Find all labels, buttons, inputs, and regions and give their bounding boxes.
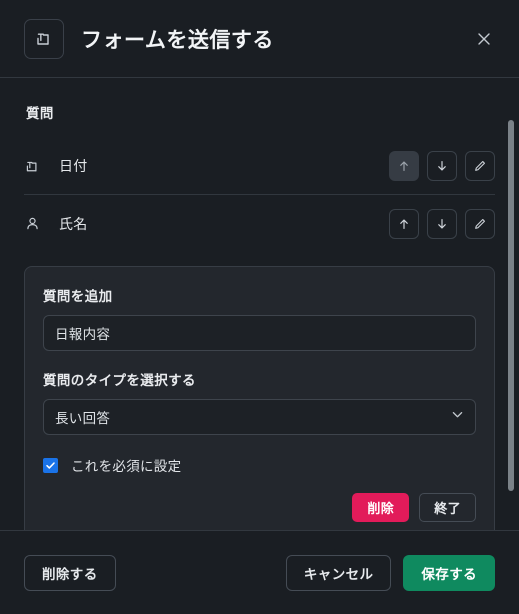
modal-header: フォームを送信する bbox=[0, 0, 519, 78]
move-up-button[interactable] bbox=[389, 151, 419, 181]
edit-pencil-icon[interactable] bbox=[465, 208, 495, 239]
questions-section-title: 質問 bbox=[26, 106, 54, 121]
cancel-button[interactable]: キャンセル bbox=[285, 554, 392, 591]
question-row-date[interactable]: 日付 bbox=[24, 138, 495, 195]
person-icon bbox=[24, 215, 46, 232]
footer-right-actions: キャンセル 保存する bbox=[285, 554, 495, 591]
edit-card-actions: 削除 終了 bbox=[43, 493, 476, 522]
question-label: 氏名 bbox=[59, 215, 88, 232]
question-row-actions bbox=[389, 208, 495, 239]
save-button[interactable]: 保存する bbox=[403, 554, 495, 591]
form-text-field-icon bbox=[24, 158, 46, 175]
question-type-label: 質問のタイプを選択する bbox=[43, 373, 196, 388]
question-type-select-wrap: 長い回答 bbox=[43, 399, 476, 435]
question-type-select[interactable]: 長い回答 bbox=[43, 399, 476, 435]
modal-footer: 削除する キャンセル 保存する bbox=[0, 530, 519, 614]
required-checkbox-row: これを必須に設定 bbox=[43, 455, 476, 475]
question-row-name[interactable]: 氏名 bbox=[24, 195, 495, 252]
close-icon[interactable] bbox=[469, 24, 499, 54]
required-checkbox-label[interactable]: これを必須に設定 bbox=[71, 455, 181, 475]
scrollbar-thumb[interactable] bbox=[508, 120, 514, 491]
question-edit-card: 質問を追加 質問のタイプを選択する 長い回答 これを必須に設定 bbox=[24, 266, 495, 530]
move-down-button[interactable] bbox=[427, 151, 457, 181]
move-down-button[interactable] bbox=[427, 208, 457, 239]
add-question-label: 質問を追加 bbox=[43, 289, 113, 304]
question-label: 日付 bbox=[59, 158, 88, 174]
modal-body: 質問 日付 氏名 質問を追加 日報内容 質問のタイプを選択する 長い回答 これを… bbox=[0, 78, 519, 530]
delete-form-button[interactable]: 削除する bbox=[24, 554, 116, 591]
required-checkbox[interactable] bbox=[43, 457, 58, 473]
edit-pencil-icon[interactable] bbox=[465, 151, 495, 181]
move-up-button[interactable] bbox=[389, 208, 419, 239]
delete-question-button[interactable]: 削除 bbox=[352, 493, 410, 522]
scrollbar-track bbox=[506, 78, 516, 530]
page-title: フォームを送信する bbox=[81, 28, 274, 52]
question-row-actions bbox=[389, 151, 495, 181]
question-text-input[interactable] bbox=[43, 315, 476, 351]
done-question-button[interactable]: 終了 bbox=[419, 493, 476, 522]
form-text-field-icon bbox=[24, 18, 64, 59]
submit-form-modal: フォームを送信する 質問 日付 氏名 質問を追加 日報内容 質問のタイプを選択す… bbox=[0, 0, 519, 614]
